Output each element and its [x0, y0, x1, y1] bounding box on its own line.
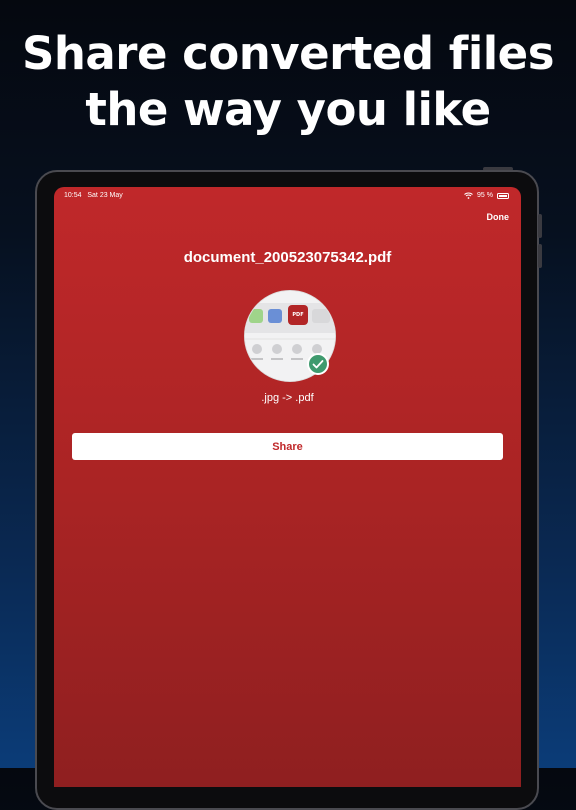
tablet-volume-down-button — [538, 244, 542, 268]
wifi-icon — [464, 192, 473, 199]
headline-line-1: Share converted files — [21, 27, 555, 80]
checkmark-icon — [307, 353, 329, 375]
share-button[interactable]: Share — [72, 433, 503, 460]
battery-icon — [497, 192, 509, 199]
tablet-volume-up-button — [538, 214, 542, 238]
done-button[interactable]: Done — [487, 212, 510, 222]
svg-text:PDF: PDF — [292, 312, 303, 318]
status-time: 10:54 — [64, 192, 82, 199]
promo-headline: Share converted files the way you like — [0, 26, 576, 138]
file-preview: PDF — [244, 290, 336, 382]
headline-line-2: the way you like — [85, 83, 491, 136]
app-screen: 10:54 Sat 23 May 95 % Done document_2005… — [54, 187, 521, 787]
conversion-label: .jpg -> .pdf — [261, 392, 314, 404]
status-date: Sat 23 May — [87, 192, 123, 199]
file-name: document_200523075342.pdf — [183, 249, 392, 266]
battery-percent: 95 % — [477, 192, 493, 199]
status-bar: 10:54 Sat 23 May 95 % — [54, 187, 521, 205]
